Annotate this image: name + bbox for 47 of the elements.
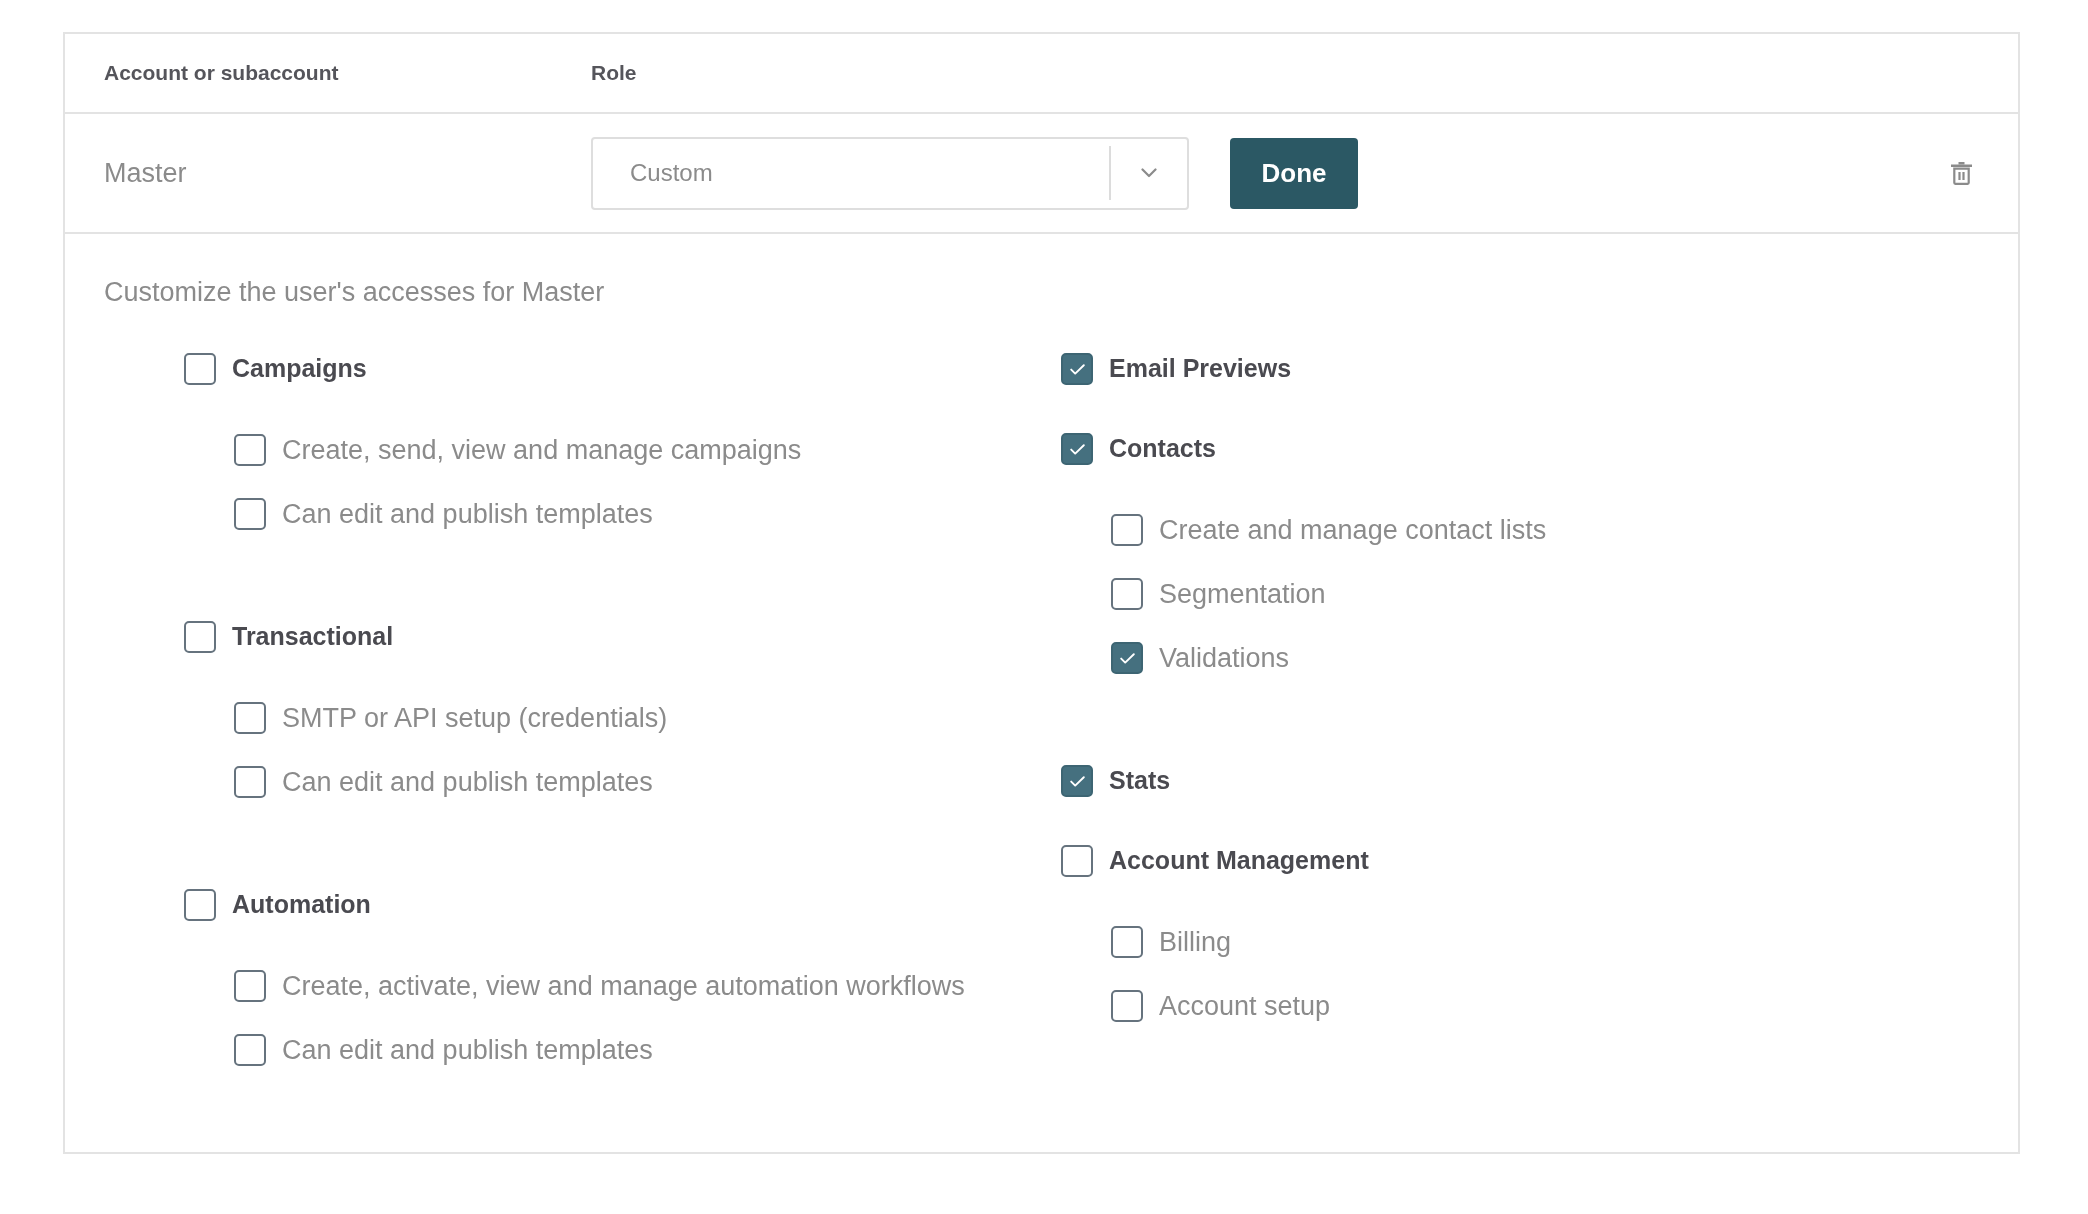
account-name: Master [104,156,188,190]
checkbox-label: Contacts [1109,433,1216,465]
checkbox[interactable] [234,498,266,530]
checkbox[interactable] [1061,765,1093,797]
checkbox-label: Create, activate, view and manage automation workflows [282,969,965,1003]
checkbox[interactable] [1111,642,1143,674]
chevron-down-icon [1141,168,1157,178]
checkbox[interactable] [1061,845,1093,877]
checkbox-label: Billing [1159,925,1232,959]
checkbox[interactable] [234,970,266,1002]
checkbox[interactable] [234,702,266,734]
checkbox-label: Transactional [232,621,394,653]
checkbox-label: Segmentation [1159,577,1326,611]
checkbox-label: Account setup [1159,989,1331,1023]
checkbox-label: Can edit and publish templates [282,497,653,531]
checkbox-label: SMTP or API setup (credentials) [282,701,668,735]
checkbox[interactable] [1061,353,1093,385]
check-icon [1069,775,1085,787]
checkbox[interactable] [184,621,216,653]
done-button[interactable]: Done [1230,137,1358,209]
checkbox[interactable] [1111,926,1143,958]
checkbox[interactable] [1061,433,1093,465]
checkbox-label: Email Previews [1109,353,1292,385]
check-icon [1119,652,1135,664]
column-header: Role [591,60,637,87]
checkbox-label: Validations [1159,641,1290,675]
checkbox[interactable] [1111,990,1143,1022]
checkbox[interactable] [1111,578,1143,610]
checkbox-label: Can edit and publish templates [282,765,653,799]
checkbox-label: Create, send, view and manage campaigns [282,433,802,467]
checkbox-label: Create and manage contact lists [1159,513,1547,547]
section-description: Customize the user's accesses for Master [104,276,606,308]
trash-icon[interactable] [1951,161,1972,185]
checkbox[interactable] [184,353,216,385]
column-header: Account or subaccount [104,60,340,87]
checkbox-label: Campaigns [232,353,367,385]
checkbox-label: Stats [1109,765,1171,797]
checkbox[interactable] [1111,514,1143,546]
checkbox-label: Can edit and publish templates [282,1033,653,1067]
checkbox-label: Account Management [1109,845,1369,877]
checkbox[interactable] [234,1034,266,1066]
checkbox[interactable] [234,766,266,798]
checkbox[interactable] [234,434,266,466]
check-icon [1069,363,1085,375]
checkbox[interactable] [184,889,216,921]
checkbox-label: Automation [232,889,371,921]
check-icon [1069,443,1085,455]
